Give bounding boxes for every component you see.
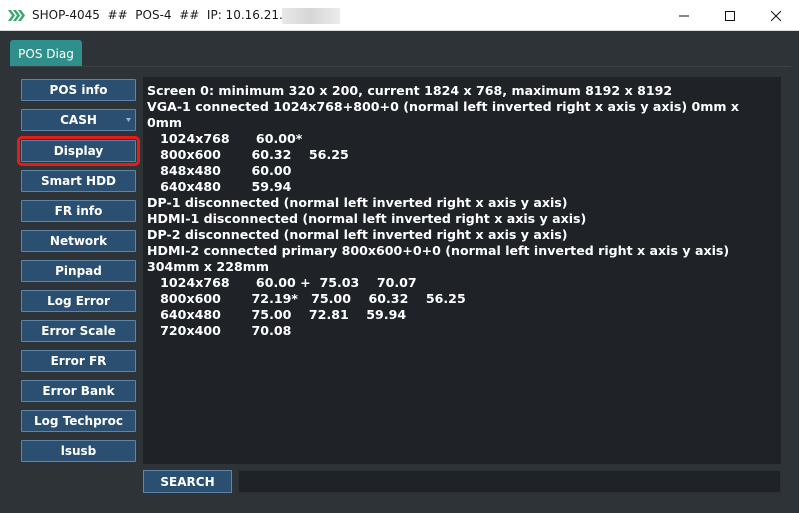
tab-pos-diag[interactable]: POS Diag — [10, 40, 82, 67]
close-button[interactable] — [753, 0, 799, 31]
app-stripes-icon — [8, 10, 25, 21]
sidebar-item-fr-info[interactable]: FR info — [21, 200, 136, 222]
output-text-area[interactable]: Screen 0: minimum 320 x 200, current 182… — [143, 77, 781, 464]
maximize-icon — [725, 10, 735, 21]
sidebar-item-error-fr[interactable]: Error FR — [21, 350, 136, 372]
sidebar-item-error-scale[interactable]: Error Scale — [21, 320, 136, 342]
sidebar-item-label: CASH — [60, 113, 97, 127]
search-input[interactable] — [238, 470, 781, 493]
sidebar-item-smart-hdd[interactable]: Smart HDD — [21, 170, 136, 192]
sidebar-item-pinpad[interactable]: Pinpad — [21, 260, 136, 282]
minimize-icon — [679, 15, 689, 16]
search-button[interactable]: SEARCH — [143, 470, 232, 493]
sidebar-item-log-error[interactable]: Log Error — [21, 290, 136, 312]
maximize-button[interactable] — [707, 0, 753, 31]
sidebar-item-lsusb[interactable]: lsusb — [21, 440, 136, 462]
chevron-down-icon — [126, 118, 131, 122]
sidebar-item-log-techproc[interactable]: Log Techproc — [21, 410, 136, 432]
close-icon — [771, 10, 781, 21]
sidebar-item-pos-info[interactable]: POS info — [21, 79, 136, 101]
sidebar-item-display[interactable]: Display — [17, 136, 140, 166]
sidebar-item-network[interactable]: Network — [21, 230, 136, 252]
sidebar-item-cash[interactable]: CASH — [21, 109, 136, 131]
minimize-button[interactable] — [661, 0, 707, 31]
tab-divider — [10, 66, 791, 67]
title-bar: SHOP-4045 ## POS-4 ## IP: 10.16.21.147 #… — [0, 0, 799, 31]
redacted-region — [282, 8, 340, 24]
sidebar-item-error-bank[interactable]: Error Bank — [21, 380, 136, 402]
